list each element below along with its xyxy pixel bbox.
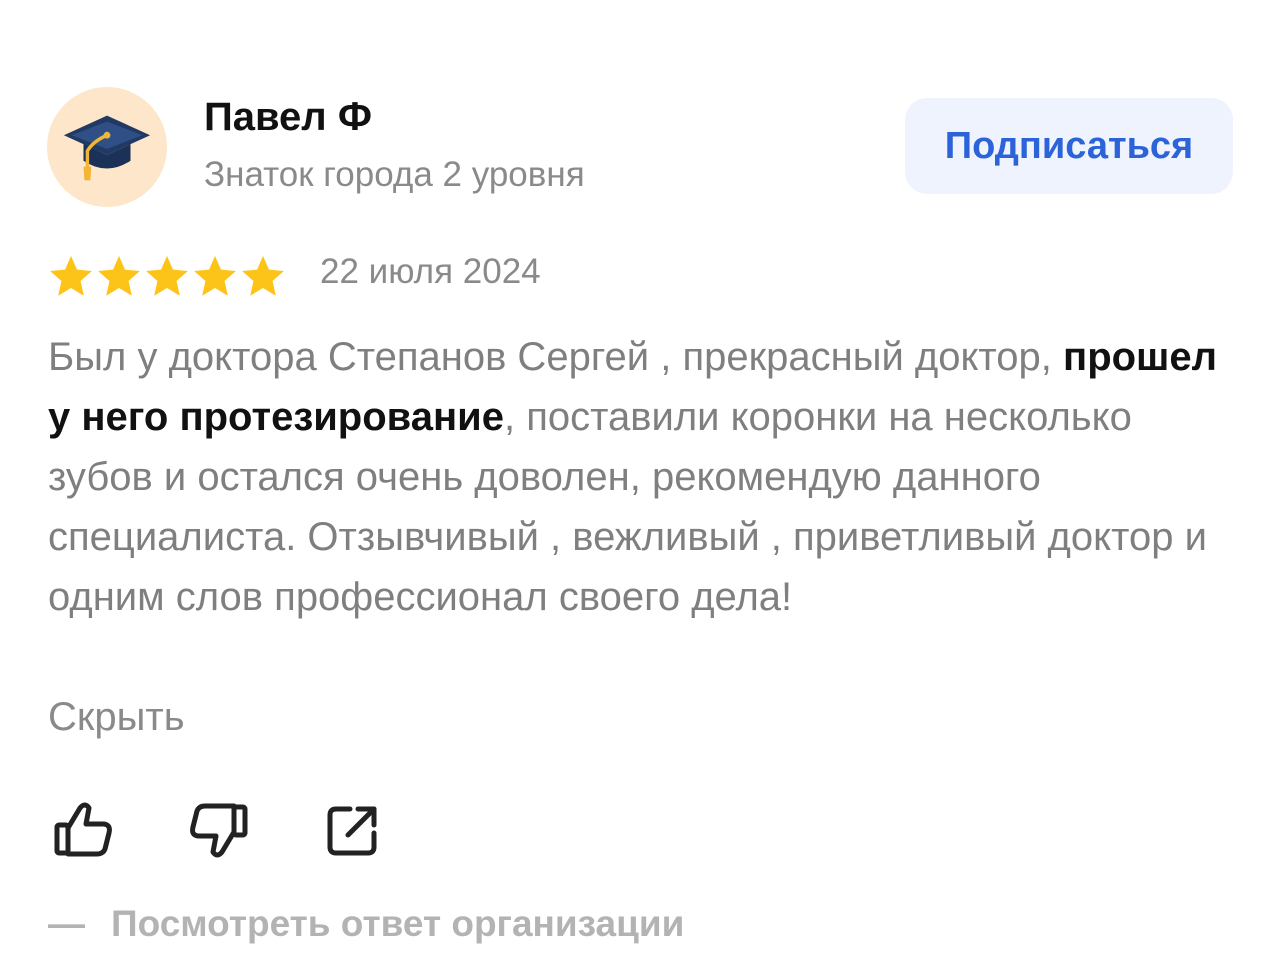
- review-date: 22 июля 2024: [320, 252, 541, 291]
- review-text-start: Был у доктора Степанов Сергей , прекрасн…: [48, 335, 1064, 379]
- org-reply-link[interactable]: — Посмотреть ответ организации: [48, 903, 684, 945]
- dislike-button[interactable]: [184, 795, 254, 865]
- thumbs-down-icon: [190, 803, 248, 858]
- star-icon: [146, 255, 188, 296]
- star-icon: [50, 255, 92, 296]
- subscribe-button[interactable]: Подписаться: [905, 98, 1233, 194]
- graduation-cap-icon: [63, 115, 151, 181]
- star-icon: [194, 255, 236, 296]
- rating-stars: [48, 254, 286, 298]
- share-button[interactable]: [318, 795, 388, 865]
- author-name[interactable]: Павел Ф: [204, 95, 372, 140]
- org-reply-label: Посмотреть ответ организации: [111, 903, 685, 944]
- hide-link[interactable]: Скрыть: [48, 687, 185, 747]
- org-reply-dash: —: [48, 903, 85, 944]
- author-level: Знаток города 2 уровня: [204, 155, 585, 194]
- star-icon: [242, 255, 284, 296]
- star-icon: [98, 255, 140, 296]
- review-text: Был у доктора Степанов Сергей , прекрасн…: [48, 327, 1238, 627]
- share-icon: [327, 806, 377, 856]
- thumbs-up-icon: [54, 802, 112, 857]
- avatar[interactable]: [47, 87, 167, 207]
- like-button[interactable]: [48, 795, 118, 865]
